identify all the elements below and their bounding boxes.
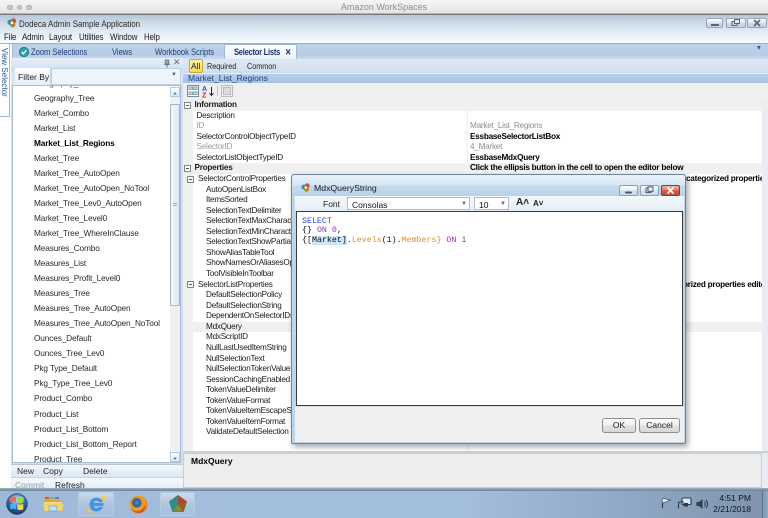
svg-text:Z: Z — [202, 93, 207, 99]
